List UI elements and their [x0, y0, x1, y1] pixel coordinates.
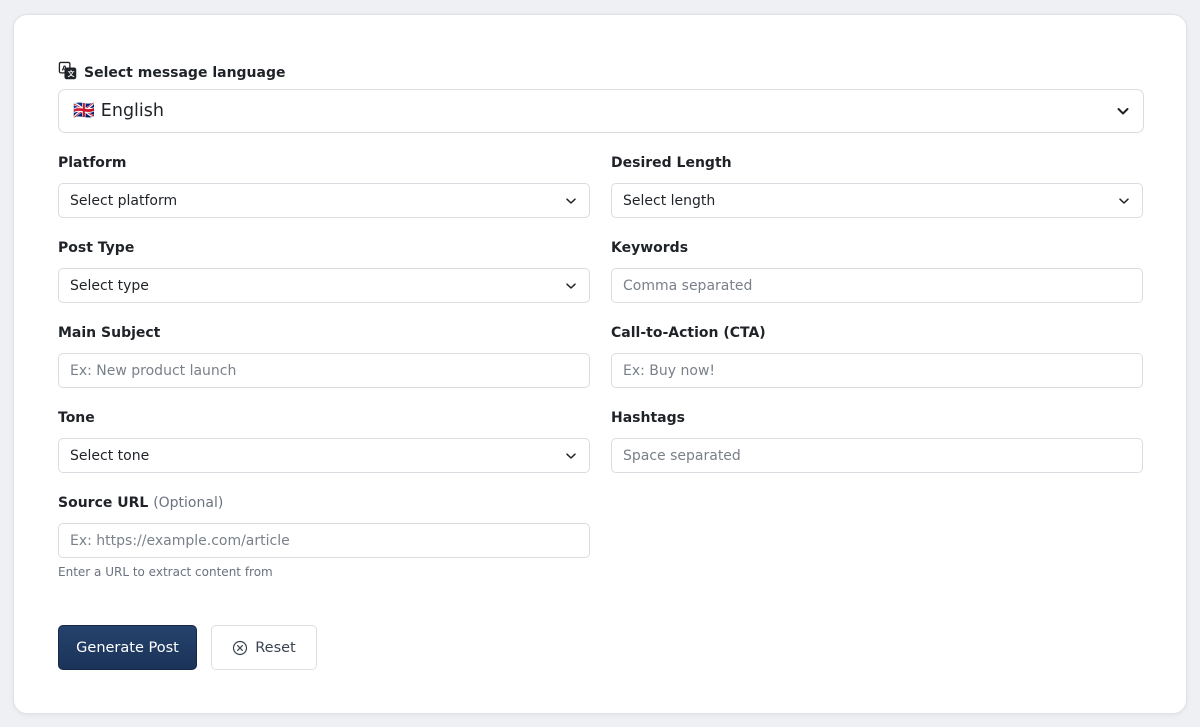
chevron-down-icon [1117, 108, 1129, 115]
source-url-label-text: Source URL [58, 495, 149, 511]
length-select[interactable]: Select length [611, 183, 1143, 218]
chevron-down-icon [566, 198, 576, 204]
translate-icon: A 文 [58, 61, 77, 84]
main-subject-label: Main Subject [58, 325, 161, 341]
chevron-down-icon [566, 453, 576, 459]
tone-value: Select tone [70, 447, 150, 464]
source-url-input[interactable]: Ex: https://example.com/article [58, 523, 590, 558]
source-url-help-text: Enter a URL to extract content from [58, 565, 273, 579]
keywords-input[interactable]: Comma separated [611, 268, 1143, 303]
post-type-label: Post Type [58, 240, 135, 256]
close-circle-icon [233, 640, 248, 655]
optional-tag: (Optional) [153, 495, 224, 511]
generate-post-label: Generate Post [76, 639, 179, 656]
cta-label: Call-to-Action (CTA) [611, 325, 766, 341]
platform-select[interactable]: Select platform [58, 183, 590, 218]
post-generator-card: A 文 Select message language 🇬🇧 English P… [13, 14, 1187, 714]
length-value: Select length [623, 192, 716, 209]
reset-button[interactable]: Reset [211, 625, 317, 670]
tone-label: Tone [58, 410, 95, 426]
hashtags-input[interactable]: Space separated [611, 438, 1143, 473]
hashtags-label: Hashtags [611, 410, 685, 426]
cta-input[interactable]: Ex: Buy now! [611, 353, 1143, 388]
language-label: A 文 Select message language [58, 61, 286, 84]
keywords-label: Keywords [611, 240, 689, 256]
reset-label: Reset [255, 639, 296, 656]
svg-text:文: 文 [68, 69, 75, 78]
chevron-down-icon [566, 283, 576, 289]
tone-select[interactable]: Select tone [58, 438, 590, 473]
main-subject-input[interactable]: Ex: New product launch [58, 353, 590, 388]
length-label: Desired Length [611, 155, 732, 171]
uk-flag-icon: 🇬🇧 [73, 101, 95, 121]
language-label-text: Select message language [84, 64, 286, 81]
chevron-down-icon [1119, 198, 1129, 204]
post-type-select[interactable]: Select type [58, 268, 590, 303]
source-url-label: Source URL (Optional) [58, 495, 223, 511]
generate-post-button[interactable]: Generate Post [58, 625, 197, 670]
platform-label: Platform [58, 155, 127, 171]
platform-value: Select platform [70, 192, 178, 209]
language-select[interactable]: 🇬🇧 English [58, 89, 1144, 133]
post-type-value: Select type [70, 277, 149, 294]
language-value: English [100, 101, 164, 121]
